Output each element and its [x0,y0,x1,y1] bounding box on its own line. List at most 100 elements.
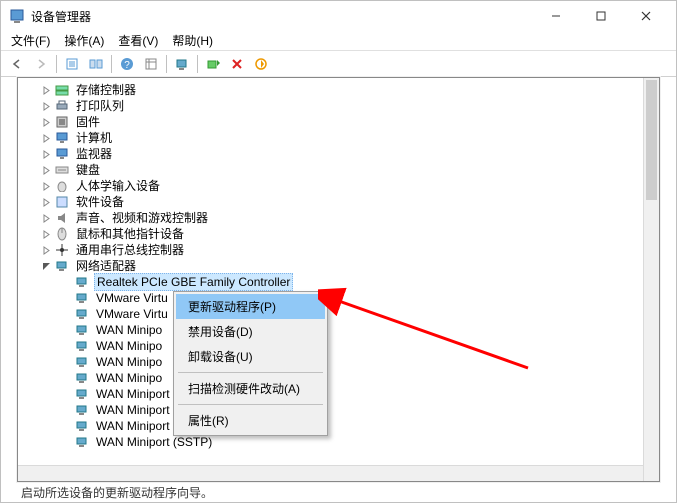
toolbar-forward[interactable] [30,53,52,75]
tree-category[interactable]: 人体学输入设备 [20,178,657,194]
network-adapter-icon [74,354,90,370]
network-adapter-icon [74,322,90,338]
tree-device[interactable]: VMware Virtu [20,306,657,322]
expand-placeholder [60,276,72,288]
tree-category-label: 固件 [74,114,102,130]
tree-category[interactable]: 通用串行总线控制器 [20,242,657,258]
toolbar: ? [1,51,676,77]
vertical-scrollbar[interactable] [643,78,659,481]
expand-icon[interactable] [40,132,52,144]
tree-device-label: WAN Miniport (SSTP) [94,434,214,450]
network-adapter-icon [74,434,90,450]
tree-device[interactable]: VMware Virtu [20,290,657,306]
tree-category[interactable]: 鼠标和其他指针设备 [20,226,657,242]
expand-placeholder [60,356,72,368]
toolbar-details[interactable] [140,53,162,75]
tree-category[interactable]: 软件设备 [20,194,657,210]
toolbar-update-driver[interactable] [202,53,224,75]
tree-device[interactable]: WAN Minipo [20,322,657,338]
minimize-button[interactable] [533,2,578,30]
device-icon [54,146,70,162]
tree-category[interactable]: 打印队列 [20,98,657,114]
tree-category[interactable]: 固件 [20,114,657,130]
expand-placeholder [60,436,72,448]
network-adapter-icon [74,290,90,306]
expand-icon[interactable] [40,148,52,160]
expand-placeholder [60,420,72,432]
expand-icon[interactable] [40,100,52,112]
device-tree-panel: 存储控制器打印队列固件计算机监视器键盘人体学输入设备软件设备声音、视频和游戏控制… [17,77,660,482]
app-icon [9,8,25,24]
ctx-update-driver[interactable]: 更新驱动程序(P) [176,294,325,319]
device-icon [54,226,70,242]
expand-icon[interactable] [40,244,52,256]
expand-placeholder [60,404,72,416]
device-icon [54,178,70,194]
toolbar-show-hidden[interactable] [85,53,107,75]
window-title: 设备管理器 [31,8,533,25]
expand-placeholder [60,372,72,384]
menu-help[interactable]: 帮助(H) [166,31,219,50]
tree-device[interactable]: WAN Minipo [20,370,657,386]
svg-text:?: ? [124,60,130,71]
toolbar-separator [56,55,57,73]
tree-device[interactable]: WAN Minipo [20,354,657,370]
expand-icon[interactable] [40,116,52,128]
expand-placeholder [60,340,72,352]
tree-device-label: WAN Minipo [94,370,164,386]
tree-category[interactable]: 计算机 [20,130,657,146]
toolbar-separator [111,55,112,73]
device-icon [54,98,70,114]
toolbar-properties[interactable] [61,53,83,75]
expand-icon[interactable] [40,84,52,96]
toolbar-disable[interactable] [250,53,272,75]
device-tree[interactable]: 存储控制器打印队列固件计算机监视器键盘人体学输入设备软件设备声音、视频和游戏控制… [18,78,659,454]
toolbar-scan[interactable] [171,53,193,75]
menu-action[interactable]: 操作(A) [58,31,110,50]
tree-category-network[interactable]: 网络适配器 [20,258,657,274]
toolbar-separator [166,55,167,73]
scrollbar-thumb[interactable] [646,80,657,200]
ctx-disable-device[interactable]: 禁用设备(D) [176,319,325,344]
expand-icon[interactable] [40,228,52,240]
tree-device[interactable]: WAN Minipo [20,338,657,354]
ctx-separator [178,372,323,373]
tree-category-label: 声音、视频和游戏控制器 [74,210,210,226]
expand-icon[interactable] [40,164,52,176]
ctx-properties[interactable]: 属性(R) [176,408,325,433]
ctx-scan-hardware[interactable]: 扫描检测硬件改动(A) [176,376,325,401]
ctx-uninstall-device[interactable]: 卸载设备(U) [176,344,325,369]
tree-category-label: 人体学输入设备 [74,178,162,194]
network-adapter-icon [74,418,90,434]
toolbar-back[interactable] [6,53,28,75]
tree-device[interactable]: WAN Miniport (PPPOE) [20,402,657,418]
network-adapter-icon [74,306,90,322]
tree-device-label: VMware Virtu [94,306,170,322]
collapse-icon[interactable] [40,260,52,272]
expand-icon[interactable] [40,196,52,208]
tree-device[interactable]: WAN Miniport (Network Monitor) [20,386,657,402]
titlebar: 设备管理器 [1,1,676,31]
tree-device[interactable]: WAN Miniport (PPTP) [20,418,657,434]
tree-category[interactable]: 监视器 [20,146,657,162]
tree-device-label: Realtek PCIe GBE Family Controller [94,273,293,291]
device-icon [54,242,70,258]
network-adapter-icon [74,402,90,418]
expand-placeholder [60,324,72,336]
toolbar-uninstall[interactable] [226,53,248,75]
menu-file[interactable]: 文件(F) [5,31,56,50]
horizontal-scrollbar[interactable] [18,465,643,481]
expand-icon[interactable] [40,212,52,224]
tree-category[interactable]: 存储控制器 [20,82,657,98]
expand-placeholder [60,308,72,320]
maximize-button[interactable] [578,2,623,30]
tree-category[interactable]: 键盘 [20,162,657,178]
expand-icon[interactable] [40,180,52,192]
menu-view[interactable]: 查看(V) [112,31,164,50]
tree-device[interactable]: WAN Miniport (SSTP) [20,434,657,450]
tree-category[interactable]: 声音、视频和游戏控制器 [20,210,657,226]
close-button[interactable] [623,2,668,30]
device-icon [54,82,70,98]
toolbar-help[interactable]: ? [116,53,138,75]
tree-device[interactable]: Realtek PCIe GBE Family Controller [20,274,657,290]
